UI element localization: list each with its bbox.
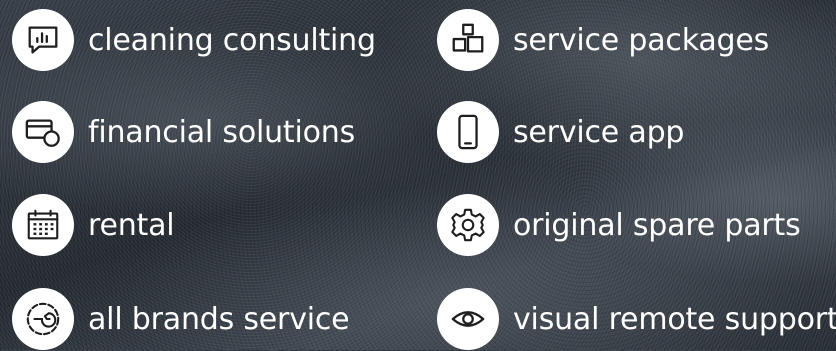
calendar-icon (12, 194, 74, 256)
card-coin-icon (12, 101, 74, 163)
eye-icon (437, 288, 499, 350)
feature-label: all brands service (88, 301, 350, 337)
feature-cleaning-consulting[interactable]: cleaning consulting (12, 8, 376, 72)
feature-rental[interactable]: rental (12, 193, 175, 257)
packages-icon (437, 9, 499, 71)
wrench-circle-icon (12, 288, 74, 350)
feature-label: visual remote support (513, 301, 836, 337)
feature-label: cleaning consulting (88, 22, 376, 58)
feature-service-app[interactable]: service app (437, 100, 684, 164)
gear-icon (437, 194, 499, 256)
smartphone-icon (437, 101, 499, 163)
feature-original-spare-parts[interactable]: original spare parts (437, 193, 801, 257)
feature-label: service packages (513, 22, 770, 58)
feature-label: rental (88, 207, 175, 243)
chart-speech-bubble-icon (12, 9, 74, 71)
feature-label: financial solutions (88, 114, 356, 150)
feature-all-brands-service[interactable]: all brands service (12, 287, 350, 351)
feature-visual-remote-support[interactable]: visual remote support (437, 287, 836, 351)
feature-label: service app (513, 114, 685, 150)
feature-label: original spare parts (513, 207, 801, 243)
feature-financial-solutions[interactable]: financial solutions (12, 100, 355, 164)
feature-service-packages[interactable]: service packages (437, 8, 769, 72)
